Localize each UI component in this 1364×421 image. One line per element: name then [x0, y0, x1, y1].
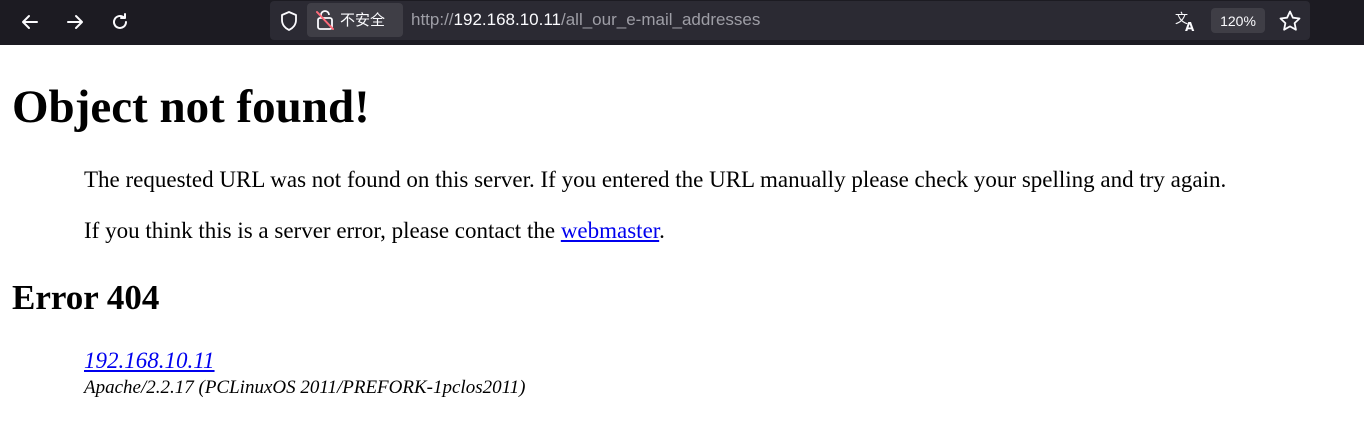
- page-title: Object not found!: [12, 81, 370, 133]
- forward-button[interactable]: [60, 7, 90, 37]
- contact-prefix: If you think this is a server error, ple…: [84, 218, 561, 243]
- server-address: 192.168.10.11 Apache/2.2.17 (PCLinuxOS 2…: [84, 347, 526, 401]
- url-host: 192.168.10.11: [453, 10, 561, 29]
- address-bar[interactable]: 不安全 http://192.168.10.11/all_our_e-mail_…: [270, 1, 1310, 40]
- shield-icon[interactable]: [278, 10, 300, 32]
- contact-suffix: .: [659, 218, 665, 243]
- contact-paragraph: If you think this is a server error, ple…: [84, 217, 665, 245]
- reload-icon: [113, 13, 127, 29]
- insecure-lock-icon: [316, 10, 334, 30]
- host-link[interactable]: 192.168.10.11: [84, 347, 526, 375]
- url-protocol: http://: [411, 10, 454, 29]
- server-signature: Apache/2.2.17 (PCLinuxOS 2011/PREFORK-1p…: [84, 377, 526, 398]
- back-button[interactable]: [15, 7, 45, 37]
- webmaster-link[interactable]: webmaster: [561, 218, 659, 243]
- url-path: /all_our_e-mail_addresses: [561, 10, 761, 29]
- security-indicator[interactable]: 不安全: [307, 3, 403, 37]
- zoom-level-button[interactable]: 120%: [1211, 8, 1265, 33]
- svg-text:A: A: [1185, 20, 1195, 33]
- error-message: The requested URL was not found on this …: [84, 167, 1227, 192]
- browser-toolbar: 不安全 http://192.168.10.11/all_our_e-mail_…: [0, 0, 1364, 45]
- url-text[interactable]: http://192.168.10.11/all_our_e-mail_addr…: [411, 9, 760, 31]
- back-icon: [22, 15, 38, 29]
- security-label: 不安全: [340, 11, 386, 29]
- forward-icon: [67, 15, 83, 29]
- error-code-heading: Error 404: [12, 278, 160, 317]
- translate-icon[interactable]: 文A: [1174, 9, 1198, 33]
- reload-button[interactable]: [105, 7, 135, 37]
- bookmark-star-icon[interactable]: [1278, 9, 1302, 33]
